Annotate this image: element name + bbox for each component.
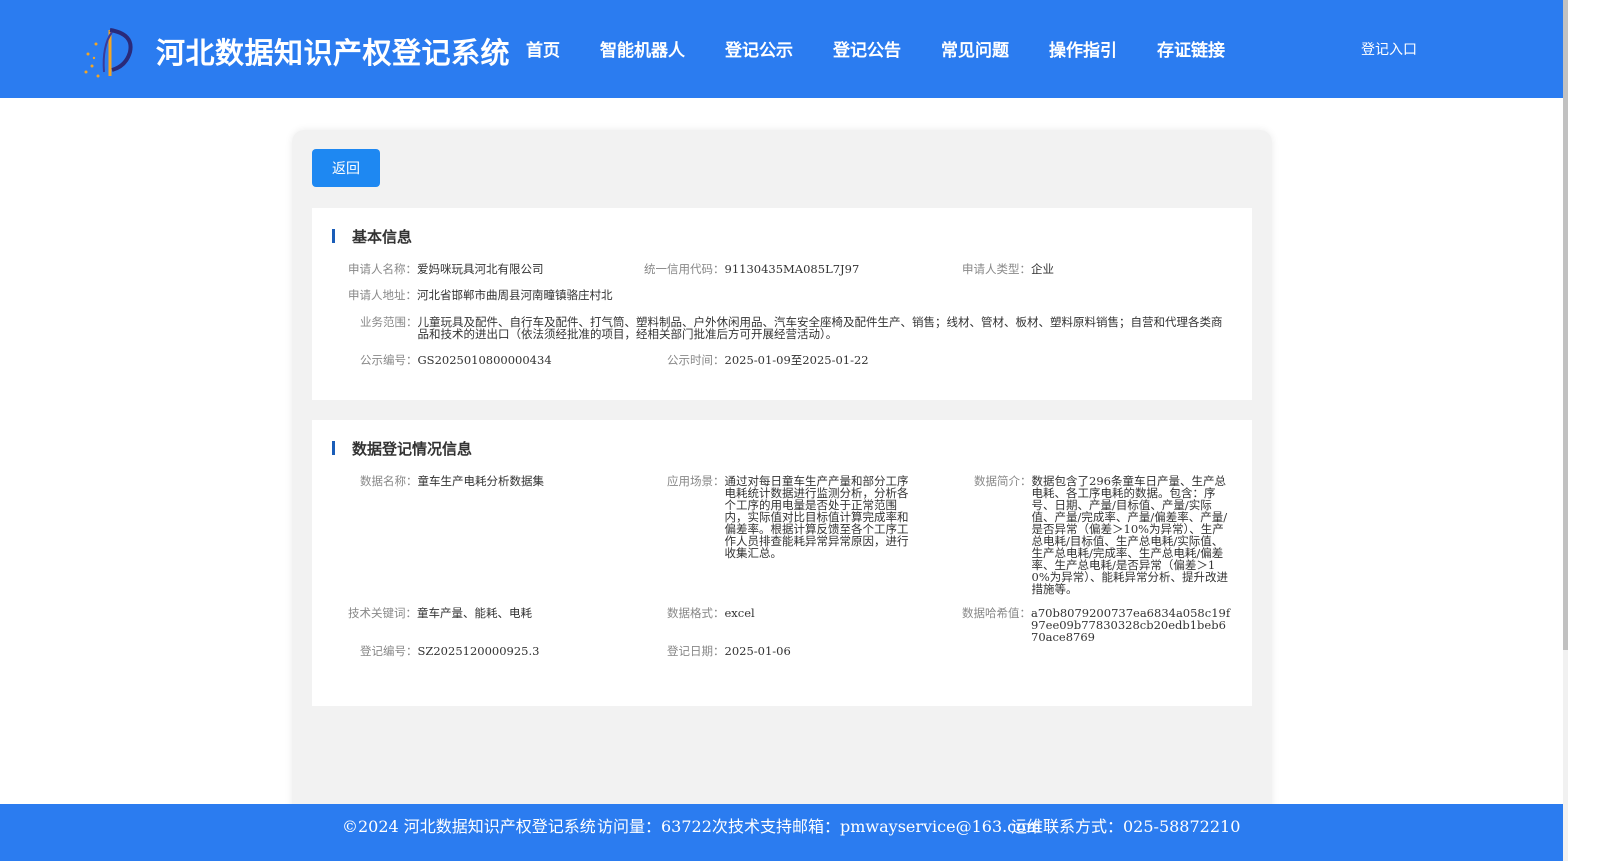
format-field: 数据格式： excel [667,606,755,620]
notice-no-field: 公示编号： GS2025010800000434 [360,353,552,367]
basic-info-title: 基本信息 [332,226,412,247]
login-link[interactable]: 登记入口 [1361,39,1417,59]
nav-faq[interactable]: 常见问题 [941,36,1009,61]
back-button[interactable]: 返回 [312,149,380,187]
footer-email: 技术支持邮箱：pmwayservice@163.com [728,817,1041,836]
reg-date-field: 登记日期： 2025-01-06 [667,644,791,658]
data-registration-card: 数据登记情况信息 数据名称： 童车生产电耗分析数据集 应用场景： 通过对每日童车… [312,420,1252,706]
reg-no-field: 登记编号： SZ2025120000925.3 [360,644,540,658]
scrollbar-thumb[interactable] [1563,0,1568,650]
nav-guide[interactable]: 操作指引 [1049,36,1117,61]
detail-panel: 返回 基本信息 申请人名称： 爱妈咪玩具河北有限公司 统一信用代码： 91130… [292,130,1272,830]
scenario-field: 应用场景： 通过对每日童车生产产量和部分工序电耗统计数据进行监测分析，分析各个工… [667,474,909,560]
footer: ©2024 河北数据知识产权登记系统 访问量：63722次 技术支持邮箱：pmw… [0,804,1563,861]
nav-evidence-link[interactable]: 存证链接 [1157,36,1225,61]
data-registration-title: 数据登记情况信息 [332,438,472,459]
site-logo-icon [84,28,133,78]
footer-visits: 访问量：63722次 [597,817,728,836]
main-nav: 首页 智能机器人 登记公示 登记公告 常见问题 操作指引 存证链接 [526,36,1265,61]
footer-phone: 运维联系方式：025-58872210 [1011,817,1241,836]
keywords-field: 技术关键词： 童车产量、能耗、电耗 [348,606,532,620]
notice-time-field: 公示时间： 2025-01-09至2025-01-22 [667,353,869,367]
nav-public-notice[interactable]: 登记公示 [725,36,793,61]
scope-field: 业务范围： 儿童玩具及配件、自行车及配件、打气筒、塑料制品、户外休闲用品、汽车安… [360,315,1223,341]
credit-code-field: 统一信用代码： 91130435MA085L7J97 [644,262,860,276]
summary-field: 数据简介： 数据包含了296条童车日产量、生产总电耗、各工序电耗的数据。包含：序… [974,474,1228,596]
applicant-name-field: 申请人名称： 爱妈咪玩具河北有限公司 [348,262,544,276]
nav-announcement[interactable]: 登记公告 [833,36,901,61]
data-name-field: 数据名称： 童车生产电耗分析数据集 [360,474,544,488]
applicant-type-field: 申请人类型： 企业 [962,262,1054,276]
address-field: 申请人地址： 河北省邯郸市曲周县河南疃镇骆庄村北 [348,288,613,302]
header: 河北数据知识产权登记系统 首页 智能机器人 登记公示 登记公告 常见问题 操作指… [0,0,1563,98]
nav-robot[interactable]: 智能机器人 [600,36,685,61]
nav-home[interactable]: 首页 [526,36,560,61]
footer-copyright: ©2024 河北数据知识产权登记系统 [342,817,596,836]
site-title: 河北数据知识产权登记系统 [156,36,511,70]
hash-field: 数据哈希值： a70b8079200737ea6834a058c19f97ee0… [962,606,1231,644]
basic-info-card: 基本信息 申请人名称： 爱妈咪玩具河北有限公司 统一信用代码： 91130435… [312,208,1252,400]
